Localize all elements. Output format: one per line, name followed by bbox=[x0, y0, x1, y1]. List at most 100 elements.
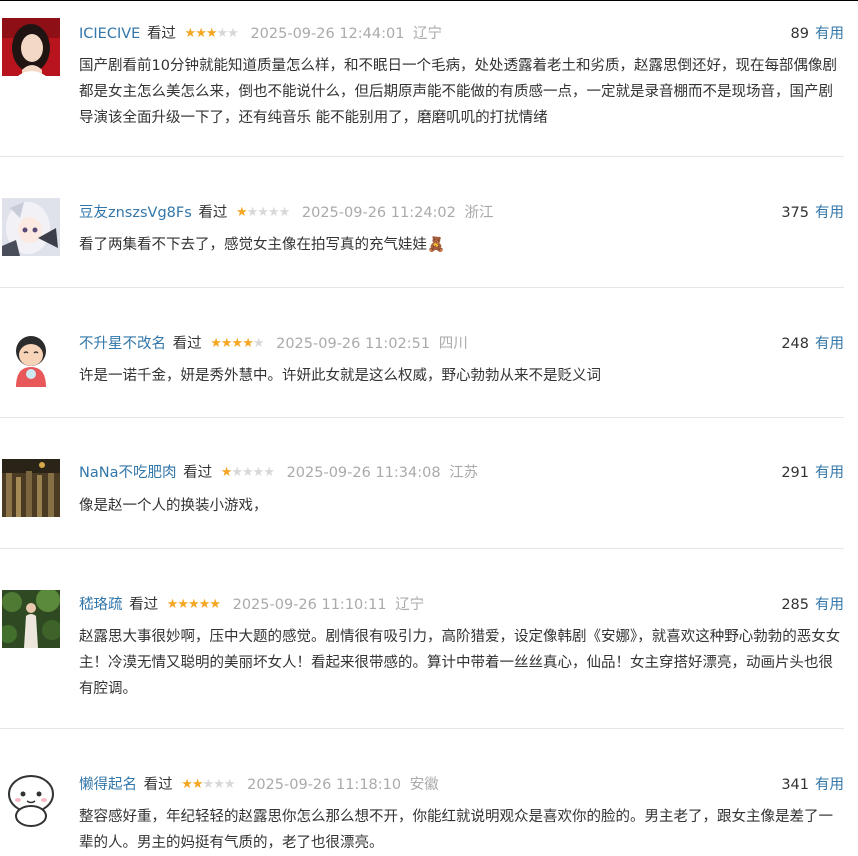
comment-meta: 懒得起名 看过 ★★★★★ 2025-09-26 11:18:10 安徽 341… bbox=[79, 774, 844, 796]
useful-button[interactable]: 有用 bbox=[815, 26, 844, 42]
user-avatar[interactable] bbox=[2, 770, 60, 828]
username-link[interactable]: 懒得起名 bbox=[79, 777, 137, 793]
star-empty-icon: ★ bbox=[263, 465, 275, 480]
useful-button[interactable]: 有用 bbox=[815, 336, 844, 352]
comment-meta: 不升星不改名 看过 ★★★★★ 2025-09-26 11:02:51 四川 2… bbox=[79, 333, 844, 355]
star-filled-icon: ★ bbox=[191, 777, 204, 792]
star-filled-icon: ★ bbox=[209, 597, 221, 612]
username-link[interactable]: NaNa不吃肥肉 bbox=[79, 465, 176, 481]
comment-text: 国产剧看前10分钟就能知道质量怎么样，和不眠日一个毛病，处处透露着老土和劣质，赵… bbox=[79, 58, 837, 126]
rating-stars: ★★★★★ bbox=[184, 23, 239, 45]
avatar-image bbox=[2, 329, 60, 387]
watch-status: 看过 bbox=[143, 777, 173, 793]
comment-item: 豆友znszsVg8Fs 看过 ★★★★★ 2025-09-26 11:24:0… bbox=[0, 157, 844, 288]
star-filled-icon: ★ bbox=[184, 26, 197, 41]
comment-location: 浙江 bbox=[464, 205, 494, 221]
username-link[interactable]: 不升星不改名 bbox=[79, 336, 166, 352]
star-filled-icon: ★ bbox=[205, 26, 218, 41]
star-filled-icon: ★ bbox=[220, 465, 233, 480]
useful-button[interactable]: 有用 bbox=[815, 597, 844, 613]
star-empty-icon: ★ bbox=[223, 777, 236, 792]
star-empty-icon: ★ bbox=[231, 465, 243, 480]
watch-status: 看过 bbox=[183, 465, 213, 481]
user-avatar[interactable] bbox=[2, 590, 60, 648]
avatar-image bbox=[2, 18, 60, 76]
star-filled-icon: ★ bbox=[235, 205, 248, 220]
useful-button[interactable]: 有用 bbox=[815, 465, 844, 481]
user-avatar[interactable] bbox=[2, 459, 60, 517]
star-filled-icon: ★ bbox=[198, 597, 211, 612]
star-empty-icon: ★ bbox=[252, 465, 265, 480]
rating-stars: ★★★★★ bbox=[210, 333, 265, 355]
vote-area: 285 有用 bbox=[781, 594, 844, 616]
comment-meta: 豆友znszsVg8Fs 看过 ★★★★★ 2025-09-26 11:24:0… bbox=[79, 202, 844, 224]
comment-time: 2025-09-26 11:18:10 bbox=[247, 777, 402, 793]
vote-count: 89 bbox=[790, 26, 809, 42]
comment-meta: 嵇珞疏 看过 ★★★★★ 2025-09-26 11:10:11 辽宁 285 有… bbox=[79, 594, 844, 616]
comment-meta: ICIECIVE 看过 ★★★★★ 2025-09-26 12:44:01 辽宁… bbox=[79, 23, 844, 45]
vote-count: 285 bbox=[781, 597, 809, 613]
comment-item: ICIECIVE 看过 ★★★★★ 2025-09-26 12:44:01 辽宁… bbox=[0, 1, 844, 157]
star-empty-icon: ★ bbox=[267, 205, 280, 220]
comment-location: 安徽 bbox=[409, 777, 439, 793]
watch-status: 看过 bbox=[198, 205, 228, 221]
vote-count: 291 bbox=[781, 465, 809, 481]
watch-status: 看过 bbox=[172, 336, 202, 352]
vote-area: 291 有用 bbox=[781, 462, 844, 484]
star-empty-icon: ★ bbox=[278, 205, 291, 220]
user-avatar[interactable] bbox=[2, 329, 60, 387]
comment-time: 2025-09-26 11:34:08 bbox=[286, 465, 441, 481]
star-empty-icon: ★ bbox=[216, 26, 229, 41]
comment-item: 懒得起名 看过 ★★★★★ 2025-09-26 11:18:10 安徽 341… bbox=[0, 729, 844, 855]
comment-time: 2025-09-26 11:10:11 bbox=[232, 597, 387, 613]
comment-location: 四川 bbox=[438, 336, 468, 352]
comment-time: 2025-09-26 11:24:02 bbox=[301, 205, 456, 221]
star-filled-icon: ★ bbox=[231, 336, 244, 351]
user-avatar[interactable] bbox=[2, 198, 60, 256]
vote-area: 89 有用 bbox=[791, 23, 844, 45]
rating-stars: ★★★★★ bbox=[235, 202, 291, 224]
vote-count: 248 bbox=[781, 336, 809, 352]
rating-stars: ★★★★★ bbox=[181, 774, 236, 796]
username-link[interactable]: ICIECIVE bbox=[79, 26, 140, 42]
vote-count: 341 bbox=[781, 777, 809, 793]
star-empty-icon: ★ bbox=[242, 465, 254, 480]
star-empty-icon: ★ bbox=[246, 205, 259, 220]
watch-status: 看过 bbox=[146, 26, 176, 42]
user-avatar[interactable] bbox=[2, 18, 60, 76]
comment-text: 看了两集看不下去了，感觉女主像在拍写真的充气娃娃🧸 bbox=[79, 237, 446, 253]
star-empty-icon: ★ bbox=[202, 777, 215, 792]
rating-stars: ★★★★★ bbox=[167, 594, 221, 616]
star-filled-icon: ★ bbox=[195, 26, 207, 41]
comment-item: 不升星不改名 看过 ★★★★★ 2025-09-26 11:02:51 四川 2… bbox=[0, 288, 844, 418]
comment-text: 许是一诺千金，妍是秀外慧中。许妍此女就是这么权威，野心勃勃从来不是贬义词 bbox=[79, 368, 601, 384]
comment-text: 像是赵一个人的换装小游戏， bbox=[79, 498, 268, 514]
watch-status: 看过 bbox=[129, 597, 159, 613]
comment-time: 2025-09-26 11:02:51 bbox=[276, 336, 431, 352]
comment-meta: NaNa不吃肥肉 看过 ★★★★★ 2025-09-26 11:34:08 江苏… bbox=[79, 462, 844, 484]
vote-area: 375 有用 bbox=[781, 202, 844, 224]
star-empty-icon: ★ bbox=[252, 336, 265, 351]
star-filled-icon: ★ bbox=[220, 336, 233, 351]
avatar-image bbox=[2, 590, 60, 648]
star-filled-icon: ★ bbox=[177, 597, 189, 612]
vote-area: 248 有用 bbox=[781, 333, 844, 355]
comment-location: 辽宁 bbox=[413, 26, 443, 42]
username-link[interactable]: 豆友znszsVg8Fs bbox=[79, 205, 192, 221]
username-link[interactable]: 嵇珞疏 bbox=[79, 597, 123, 613]
comment-location: 江苏 bbox=[449, 465, 479, 481]
star-empty-icon: ★ bbox=[213, 777, 225, 792]
useful-button[interactable]: 有用 bbox=[815, 777, 844, 793]
comment-item: 嵇珞疏 看过 ★★★★★ 2025-09-26 11:10:11 辽宁 285 有… bbox=[0, 549, 844, 729]
useful-button[interactable]: 有用 bbox=[815, 205, 844, 221]
avatar-image bbox=[2, 459, 60, 517]
comment-time: 2025-09-26 12:44:01 bbox=[250, 26, 405, 42]
rating-stars: ★★★★★ bbox=[220, 462, 275, 484]
comment-text: 整容感好重，年纪轻轻的赵露思你怎么那么想不开，你能红就说明观众是喜欢你的脸的。男… bbox=[79, 809, 833, 851]
star-filled-icon: ★ bbox=[181, 777, 193, 792]
star-empty-icon: ★ bbox=[227, 26, 239, 41]
comment-location: 辽宁 bbox=[395, 597, 425, 613]
star-filled-icon: ★ bbox=[210, 336, 222, 351]
vote-area: 341 有用 bbox=[781, 774, 844, 796]
comment-item: NaNa不吃肥肉 看过 ★★★★★ 2025-09-26 11:34:08 江苏… bbox=[0, 418, 844, 549]
